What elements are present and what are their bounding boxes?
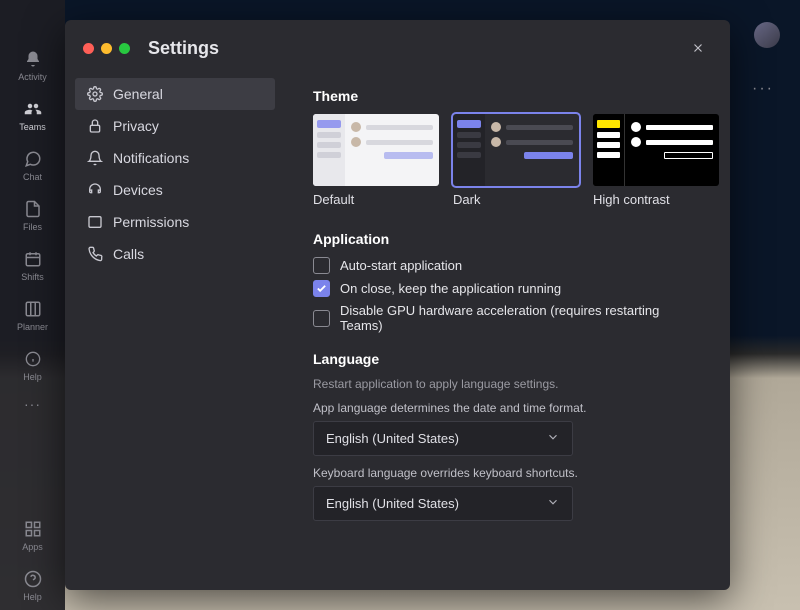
rail-item-teams[interactable]: Teams [8,90,58,140]
theme-options: Default Dark High contrast [313,114,702,207]
chevron-down-icon [546,495,560,512]
checkbox-label: Auto-start application [340,258,462,273]
nav-item-notifications[interactable]: Notifications [75,142,275,174]
app-language-select[interactable]: English (United States) [313,421,573,456]
theme-heading: Theme [313,88,702,104]
info-icon [22,348,44,370]
keyboard-language-select[interactable]: English (United States) [313,486,573,521]
rail-item-activity[interactable]: Activity [8,40,58,90]
rail-label: Chat [23,172,42,182]
modal-titlebar: Settings [65,20,730,72]
lock-icon [87,118,103,134]
nav-label: Devices [113,182,163,198]
bell-icon [22,48,44,70]
checkbox-label: On close, keep the application running [340,281,561,296]
language-restart-hint: Restart application to apply language se… [313,377,702,391]
close-button[interactable] [684,34,712,62]
bell-icon [87,150,103,166]
checkbox-keeprunning[interactable]: On close, keep the application running [313,280,702,297]
app-rail: Activity Teams Chat Files Shifts Planner… [0,0,65,610]
rail-label: Apps [22,542,43,552]
theme-label: Dark [453,192,579,207]
checkbox-autostart[interactable]: Auto-start application [313,257,702,274]
minimize-traffic-light[interactable] [101,43,112,54]
close-icon [691,41,705,55]
rail-label: Teams [19,122,46,132]
theme-preview-dark [453,114,579,186]
rail-more-icon[interactable]: ··· [24,396,41,412]
rail-label: Activity [18,72,47,82]
headset-icon [87,182,103,198]
gear-icon [87,86,103,102]
nav-item-general[interactable]: General [75,78,275,110]
language-heading: Language [313,351,702,367]
nav-label: Privacy [113,118,159,134]
window-chrome-right [754,22,780,48]
nav-item-devices[interactable]: Devices [75,174,275,206]
rail-item-apps[interactable]: Apps [8,510,58,560]
nav-label: Notifications [113,150,189,166]
chat-icon [22,148,44,170]
files-icon [22,198,44,220]
checkbox-icon [313,257,330,274]
key-icon [87,214,103,230]
nav-label: General [113,86,163,102]
settings-nav: General Privacy Notifications Devices Pe… [65,72,285,590]
rail-item-planner[interactable]: Planner [8,290,58,340]
close-traffic-light[interactable] [83,43,94,54]
nav-item-calls[interactable]: Calls [75,238,275,270]
checkbox-icon [313,310,330,327]
settings-content: Theme Default Dark [285,72,730,590]
nav-label: Permissions [113,214,189,230]
modal-title: Settings [148,38,684,59]
app-language-label: App language determines the date and tim… [313,401,702,415]
window-more-row: ··· [752,50,774,98]
theme-preview-default [313,114,439,186]
checkbox-icon [313,280,330,297]
maximize-traffic-light[interactable] [119,43,130,54]
help-icon [22,568,44,590]
board-icon [22,298,44,320]
user-avatar[interactable] [754,22,780,48]
theme-option-highcontrast[interactable]: High contrast [593,114,719,207]
nav-item-privacy[interactable]: Privacy [75,110,275,142]
theme-preview-highcontrast [593,114,719,186]
select-value: English (United States) [326,496,459,511]
phone-icon [87,246,103,262]
rail-label: Shifts [21,272,44,282]
rail-item-help[interactable]: Help [8,560,58,610]
nav-item-permissions[interactable]: Permissions [75,206,275,238]
checkbox-label: Disable GPU hardware acceleration (requi… [340,303,702,333]
theme-option-default[interactable]: Default [313,114,439,207]
calendar-icon [22,248,44,270]
application-heading: Application [313,231,702,247]
chevron-down-icon [546,430,560,447]
rail-label: Files [23,222,42,232]
rail-item-chat[interactable]: Chat [8,140,58,190]
people-icon [22,98,44,120]
apps-icon [22,518,44,540]
settings-modal: Settings General Privacy Notifications D… [65,20,730,590]
more-icon[interactable]: ··· [752,80,774,98]
theme-label: High contrast [593,192,719,207]
rail-label: Help [23,372,42,382]
rail-item-shifts[interactable]: Shifts [8,240,58,290]
traffic-lights [83,43,130,54]
theme-option-dark[interactable]: Dark [453,114,579,207]
rail-item-help-top[interactable]: Help [8,340,58,390]
rail-label: Planner [17,322,48,332]
select-value: English (United States) [326,431,459,446]
rail-label: Help [23,592,42,602]
keyboard-language-label: Keyboard language overrides keyboard sho… [313,466,702,480]
nav-label: Calls [113,246,144,262]
checkbox-gpu[interactable]: Disable GPU hardware acceleration (requi… [313,303,702,333]
theme-label: Default [313,192,439,207]
rail-item-files[interactable]: Files [8,190,58,240]
